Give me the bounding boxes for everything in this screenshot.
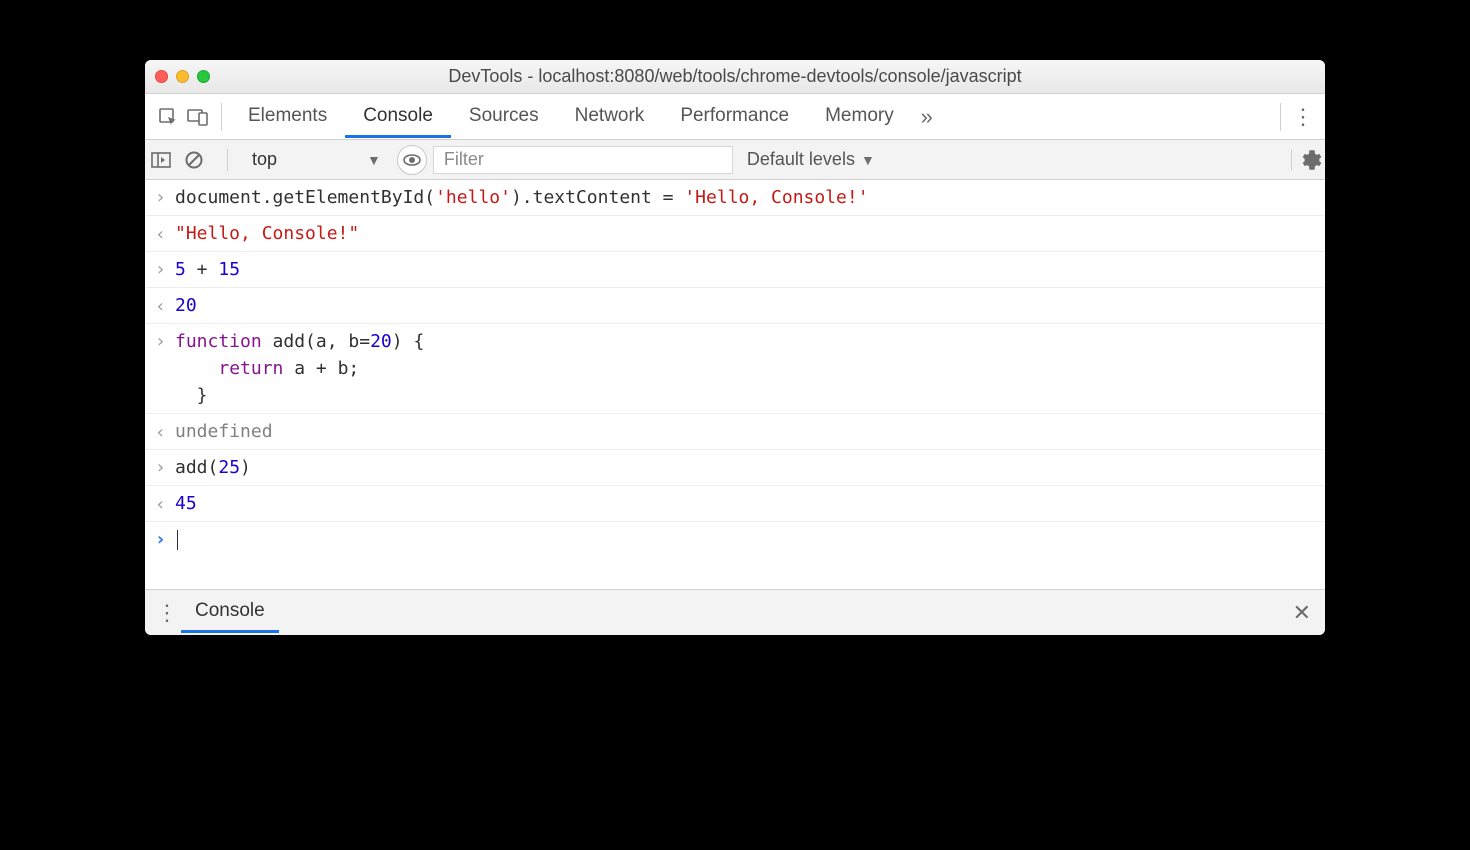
console-content: document.getElementById('hello').textCon…	[175, 184, 869, 211]
text-caret	[177, 530, 178, 550]
console-content: add(25)	[175, 454, 251, 481]
console-input-row: ›document.getElementById('hello').textCo…	[145, 180, 1325, 216]
drawer-tab-console[interactable]: Console	[181, 592, 279, 633]
minimize-window-button[interactable]	[176, 70, 189, 83]
tab-console[interactable]: Console	[345, 95, 451, 138]
input-indicator-icon: ›	[155, 256, 175, 283]
console-blank-area[interactable]	[145, 557, 1325, 589]
log-levels-label: Default levels	[747, 149, 855, 170]
console-content: 5 + 15	[175, 256, 240, 283]
console-content	[175, 526, 178, 553]
input-indicator-icon: ›	[155, 526, 175, 553]
close-drawer-button[interactable]: ✕	[1287, 600, 1317, 626]
window-title: DevTools - localhost:8080/web/tools/chro…	[145, 66, 1325, 87]
divider	[227, 149, 228, 171]
input-indicator-icon: ›	[155, 328, 175, 355]
console-output-row: ‹45	[145, 486, 1325, 522]
output-indicator-icon: ‹	[155, 221, 175, 248]
tab-network[interactable]: Network	[557, 95, 663, 138]
input-indicator-icon: ›	[155, 184, 175, 211]
live-expression-icon[interactable]	[397, 145, 427, 175]
console-content: "Hello, Console!"	[175, 220, 359, 247]
console-output-row: ‹undefined	[145, 414, 1325, 450]
output-indicator-icon: ‹	[155, 293, 175, 320]
tab-sources[interactable]: Sources	[451, 95, 557, 138]
execution-context-label: top	[252, 149, 277, 170]
execution-context-selector[interactable]: top ▼	[242, 147, 391, 172]
console-content: function add(a, b=20) { return a + b; }	[175, 328, 424, 409]
tab-performance[interactable]: Performance	[662, 95, 807, 138]
console-input-row: ›add(25)	[145, 450, 1325, 486]
console-output[interactable]: ›document.getElementById('hello').textCo…	[145, 180, 1325, 557]
console-input-row: ›5 + 15	[145, 252, 1325, 288]
drawer: ⋮ Console ✕	[145, 589, 1325, 635]
tab-memory[interactable]: Memory	[807, 95, 912, 138]
titlebar: DevTools - localhost:8080/web/tools/chro…	[145, 60, 1325, 94]
console-input-row: ›function add(a, b=20) { return a + b; }	[145, 324, 1325, 414]
device-toolbar-icon[interactable]	[183, 102, 213, 132]
tab-elements[interactable]: Elements	[230, 95, 345, 138]
chevron-down-icon: ▼	[861, 152, 875, 168]
panel-tabs: ElementsConsoleSourcesNetworkPerformance…	[230, 95, 912, 138]
filter-input[interactable]	[433, 146, 733, 174]
console-output-row: ‹20	[145, 288, 1325, 324]
chevron-down-icon: ▼	[367, 152, 381, 168]
divider	[1280, 103, 1281, 131]
devtools-tabstrip: ElementsConsoleSourcesNetworkPerformance…	[145, 94, 1325, 140]
toggle-sidebar-icon[interactable]	[151, 152, 179, 168]
divider	[221, 103, 222, 131]
output-indicator-icon: ‹	[155, 491, 175, 518]
output-indicator-icon: ‹	[155, 419, 175, 446]
overflow-tabs-button[interactable]: »	[912, 102, 942, 132]
console-toolbar: top ▼ Default levels ▼	[145, 140, 1325, 180]
console-content: undefined	[175, 418, 273, 445]
console-content: 20	[175, 292, 197, 319]
zoom-window-button[interactable]	[197, 70, 210, 83]
close-window-button[interactable]	[155, 70, 168, 83]
console-settings-icon[interactable]	[1291, 150, 1319, 170]
devtools-menu-button[interactable]: ⋮	[1289, 104, 1317, 130]
console-content: 45	[175, 490, 197, 517]
drawer-menu-button[interactable]: ⋮	[153, 600, 181, 626]
traffic-lights	[155, 70, 210, 83]
console-output-row: ‹"Hello, Console!"	[145, 216, 1325, 252]
log-levels-selector[interactable]: Default levels ▼	[739, 149, 883, 170]
console-prompt[interactable]: ›	[145, 522, 1325, 557]
inspect-element-icon[interactable]	[153, 102, 183, 132]
input-indicator-icon: ›	[155, 454, 175, 481]
clear-console-icon[interactable]	[185, 151, 213, 169]
devtools-window: DevTools - localhost:8080/web/tools/chro…	[145, 60, 1325, 635]
